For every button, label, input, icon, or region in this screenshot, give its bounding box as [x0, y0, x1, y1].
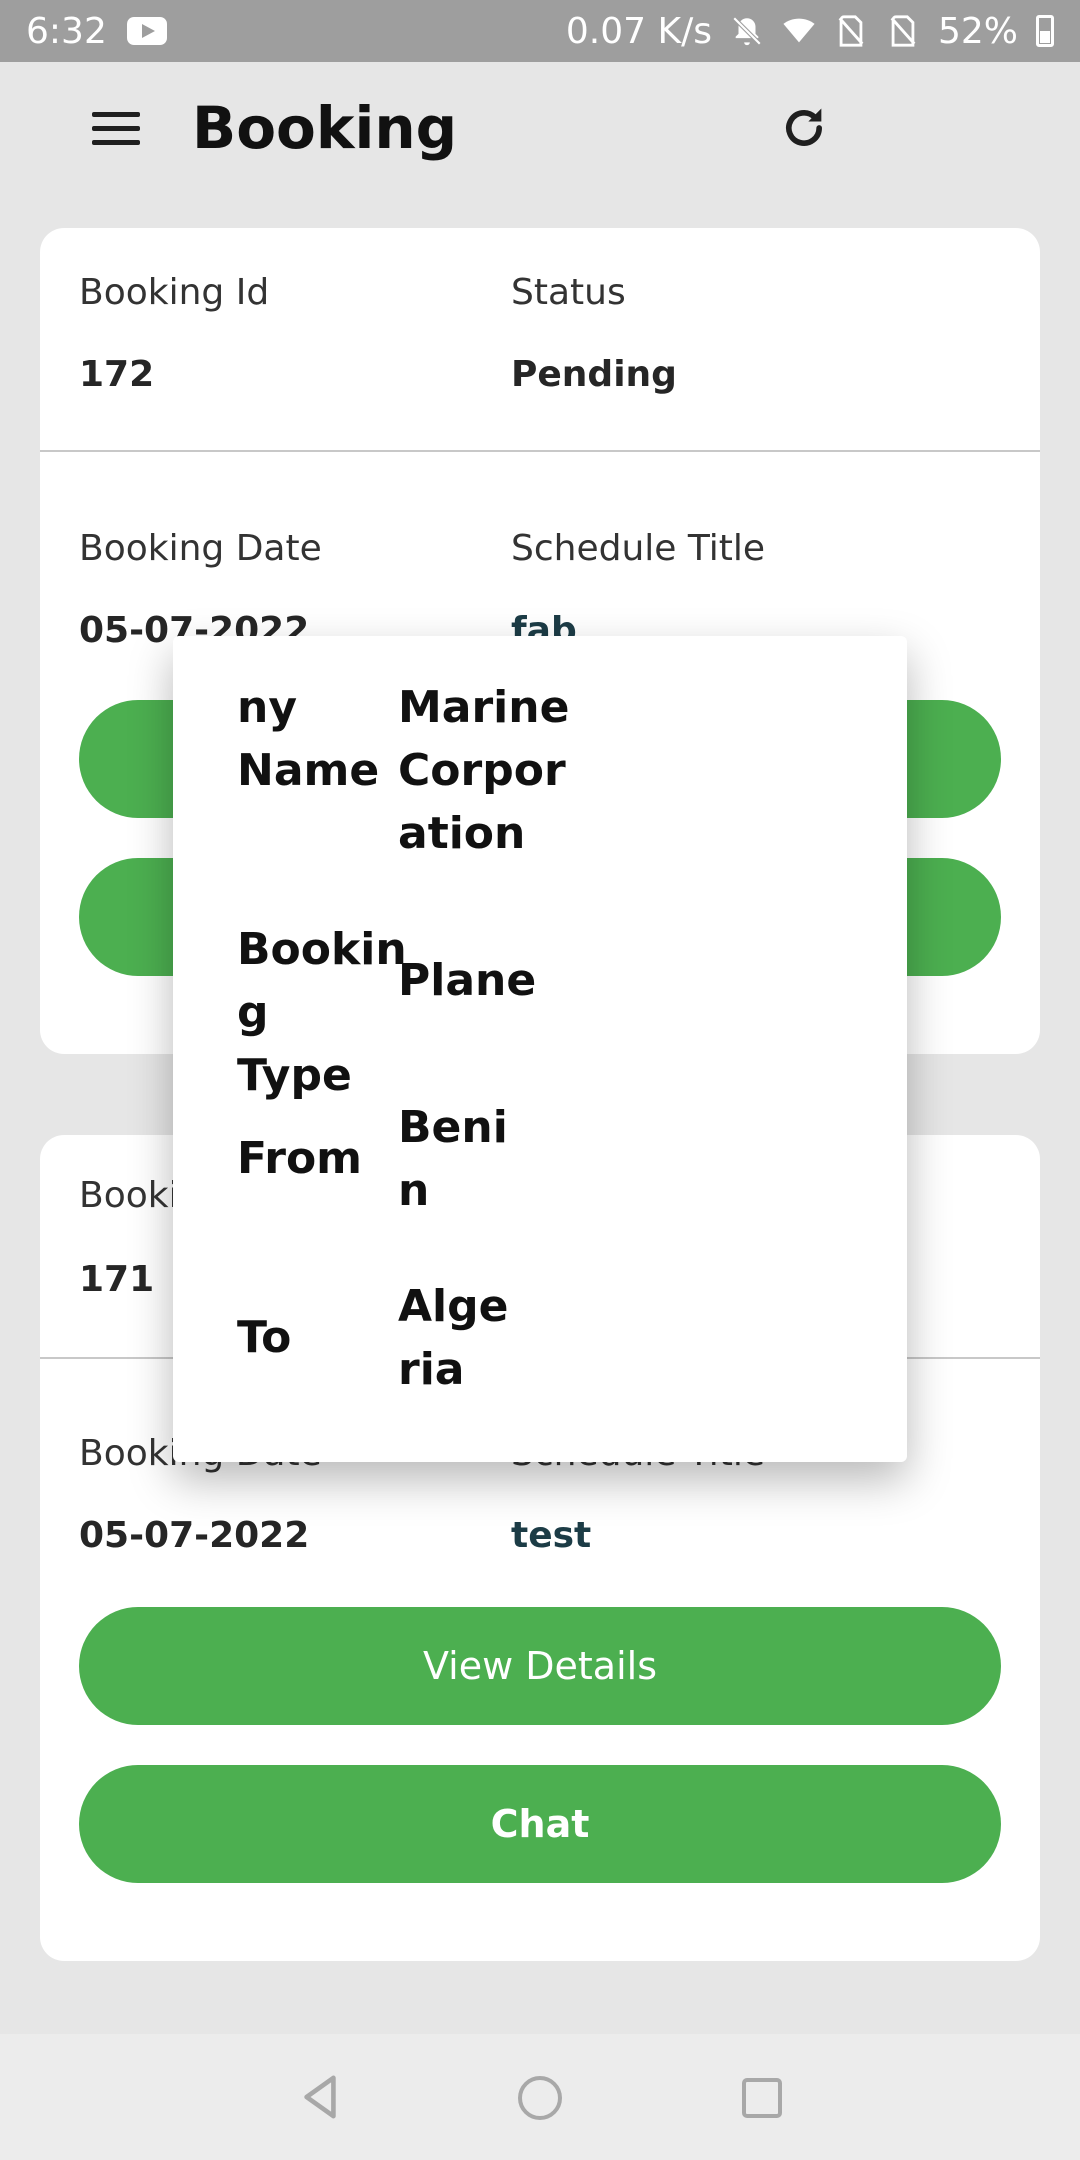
booking-id-label: Booking Id: [79, 272, 270, 313]
from-value-line: Beni: [398, 1102, 508, 1153]
network-speed: 0.07 K/s: [565, 10, 712, 52]
status-time: 6:32: [26, 10, 107, 52]
system-nav-bar: [0, 2034, 1080, 2160]
to-value-line: ria: [398, 1344, 465, 1395]
refresh-icon[interactable]: [778, 102, 830, 154]
to-value-line: Alge: [398, 1281, 509, 1332]
booking-id-value: 172: [79, 354, 155, 395]
company-name-value-line: Marine: [398, 682, 570, 733]
booking-date-label: Booking Date: [79, 528, 322, 569]
company-name-label: ny Name: [237, 676, 387, 802]
booking-type-label-line: g Type: [237, 987, 352, 1101]
app-bar: Booking: [0, 62, 1080, 202]
divider: [40, 450, 1040, 452]
to-label: To: [237, 1312, 292, 1363]
booking-date-value: 05-07-2022: [79, 1515, 310, 1556]
booking-id-value: 171: [79, 1259, 155, 1300]
no-sim-icon: [838, 15, 864, 47]
view-details-button[interactable]: View Details: [79, 1607, 1001, 1725]
youtube-icon: [126, 17, 167, 45]
schedule-title-value: test: [511, 1515, 592, 1556]
booking-id-label: Booki: [79, 1175, 179, 1216]
status-bar: 6:32 0.07 K/s 52%: [0, 0, 1080, 62]
hamburger-menu-icon[interactable]: [92, 112, 140, 148]
chat-button[interactable]: Chat: [79, 1765, 1001, 1883]
status-value: Pending: [511, 354, 677, 395]
company-name-value-line: ation: [398, 808, 526, 859]
booking-type-value: Plane: [398, 955, 537, 1006]
from-value: Beni n: [398, 1096, 558, 1222]
company-name-value: Marine Corpor ation: [398, 676, 570, 865]
page-title: Booking: [192, 94, 458, 162]
battery-icon: [1036, 15, 1054, 47]
to-value: Alge ria: [398, 1275, 558, 1401]
wifi-icon: [783, 18, 815, 43]
status-label: Status: [511, 272, 626, 313]
company-name-label-line: Name: [237, 745, 380, 796]
booking-type-label: Bookin g Type: [237, 918, 407, 1107]
recent-apps-icon[interactable]: [742, 2078, 782, 2118]
home-icon[interactable]: [518, 2076, 562, 2120]
booking-details-popup: ny Name Marine Corpor ation Bookin g Typ…: [173, 636, 907, 1462]
back-icon[interactable]: [300, 2074, 340, 2120]
company-name-label-line: ny: [237, 682, 298, 733]
booking-type-label-line: Bookin: [237, 924, 407, 975]
no-sim-icon: [890, 15, 916, 47]
from-label: From: [237, 1133, 363, 1184]
company-name-value-line: Corpor: [398, 745, 566, 796]
from-value-line: n: [398, 1165, 430, 1216]
schedule-title-label: Schedule Title: [511, 528, 766, 569]
bell-muted-icon: [732, 16, 762, 46]
battery-percent: 52%: [937, 10, 1018, 52]
